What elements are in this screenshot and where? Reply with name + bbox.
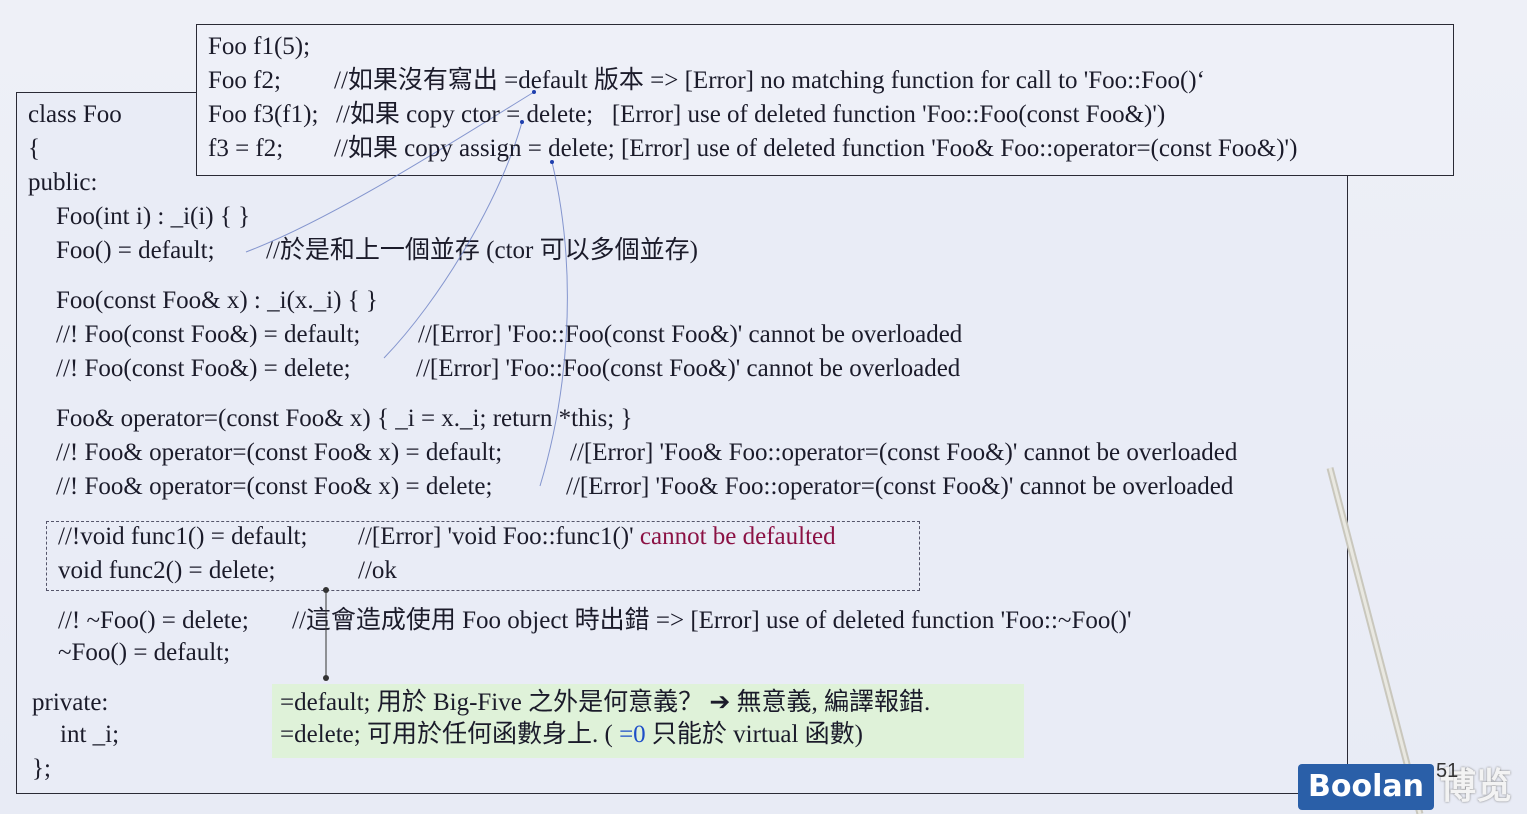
assign-default-comment: //[Error] 'Foo& Foo::operator=(const Foo… bbox=[570, 439, 1238, 466]
usage-line-4-comment: //如果 copy assign = delete; [Error] use o… bbox=[334, 135, 1298, 162]
page-number: 51 bbox=[1436, 760, 1459, 782]
assign-default-code: //! Foo& operator=(const Foo& x) = defau… bbox=[56, 439, 503, 466]
copy-ctor-default-line: //! Foo(const Foo&) = default; //[Error] … bbox=[56, 320, 962, 350]
func1-code: //!void func1() = default; bbox=[58, 523, 308, 550]
usage-line-2-code: Foo f2; bbox=[208, 67, 281, 94]
ctor-default-line: Foo() = default; //於是和上一個並存 (ctor 可以多個並存) bbox=[56, 236, 698, 266]
usage-line-1-code: Foo f1(5); bbox=[208, 33, 311, 60]
func2-code: void func2() = delete; bbox=[58, 557, 276, 584]
usage-line-4-code: f3 = f2; bbox=[208, 135, 284, 162]
copy-ctor-default-code: //! Foo(const Foo&) = default; bbox=[56, 321, 361, 348]
ctor-int: Foo(int i) : _i(i) { } bbox=[56, 203, 251, 230]
dtor-delete-comment: //這會造成使用 Foo object 時出錯 => [Error] use o… bbox=[292, 607, 1132, 634]
usage-line-1: Foo f1(5); bbox=[208, 32, 310, 62]
usage-line-3-comment: //如果 copy ctor = delete; [Error] use of … bbox=[336, 101, 1166, 128]
usage-line-2: Foo f2; //如果沒有寫出 =default 版本 => [Error] n… bbox=[208, 66, 1205, 96]
member-field: int _i; bbox=[60, 721, 120, 748]
func1-comment-a: //[Error] 'void Foo::func1()' bbox=[358, 523, 634, 550]
dtor-default: ~Foo() = default; bbox=[58, 639, 231, 666]
private-label: private: bbox=[32, 689, 109, 716]
ctor-default-code: Foo() = default; bbox=[56, 237, 215, 264]
note-line-2: =delete; 可用於任何函數身上. ( =0 只能於 virtual 函數) bbox=[280, 720, 863, 750]
assign-delete-code: //! Foo& operator=(const Foo& x) = delet… bbox=[56, 473, 493, 500]
usage-line-3-code: Foo f3(f1); bbox=[208, 101, 319, 128]
open-brace: { bbox=[28, 135, 40, 162]
note-line-1: =default; 用於 Big-Five 之外是何意義？ ➔ 無意義, 編譯報… bbox=[280, 689, 931, 716]
copy-ctor-delete-code: //! Foo(const Foo&) = delete; bbox=[56, 355, 351, 382]
usage-line-2-comment: //如果沒有寫出 =default 版本 => [Error] no match… bbox=[334, 67, 1205, 94]
note-line-2-a: =delete; 可用於任何函數身上. ( bbox=[280, 721, 620, 748]
dtor-delete-line: //! ~Foo() = delete; //這會造成使用 Foo object … bbox=[58, 606, 1132, 636]
copy-ctor-delete-line: //! Foo(const Foo&) = delete; //[Error] '… bbox=[56, 354, 960, 384]
note-zero: =0 bbox=[619, 721, 646, 748]
boolan-logo: Boolan bbox=[1298, 764, 1434, 810]
assign-delete-comment: //[Error] 'Foo& Foo::operator=(const Foo… bbox=[566, 473, 1234, 500]
copy-ctor-default-comment: //[Error] 'Foo::Foo(const Foo&)' cannot … bbox=[418, 321, 963, 348]
usage-line-4: f3 = f2; //如果 copy assign = delete; [Erro… bbox=[208, 134, 1297, 164]
func1-comment: //[Error] 'void Foo::func1()' cannot be … bbox=[358, 522, 836, 552]
copy-ctor-delete-comment: //[Error] 'Foo::Foo(const Foo&)' cannot … bbox=[416, 355, 961, 382]
public-label: public: bbox=[28, 169, 98, 196]
copy-ctor: Foo(const Foo& x) : _i(x._i) { } bbox=[56, 287, 378, 314]
func1-comment-b: cannot be defaulted bbox=[639, 523, 836, 550]
dtor-delete-code: //! ~Foo() = delete; bbox=[58, 607, 249, 634]
ctor-default-comment: //於是和上一個並存 (ctor 可以多個並存) bbox=[266, 237, 698, 264]
class-head: class Foo bbox=[28, 101, 122, 128]
note-line-2-c: 只能於 virtual 函數) bbox=[645, 721, 864, 748]
assign-op: Foo& operator=(const Foo& x) { _i = x._i… bbox=[56, 405, 633, 432]
assign-default-line: //! Foo& operator=(const Foo& x) = defau… bbox=[56, 438, 1237, 468]
func1-line: //!void func1() = default; //[Error] 'voi… bbox=[58, 522, 836, 552]
class-close: }; bbox=[32, 755, 51, 782]
usage-line-3: Foo f3(f1); //如果 copy ctor = delete; [Err… bbox=[208, 100, 1165, 130]
assign-delete-line: //! Foo& operator=(const Foo& x) = delet… bbox=[56, 472, 1233, 502]
func2-comment: //ok bbox=[358, 557, 397, 584]
func2-line: void func2() = delete; //ok bbox=[58, 556, 397, 586]
